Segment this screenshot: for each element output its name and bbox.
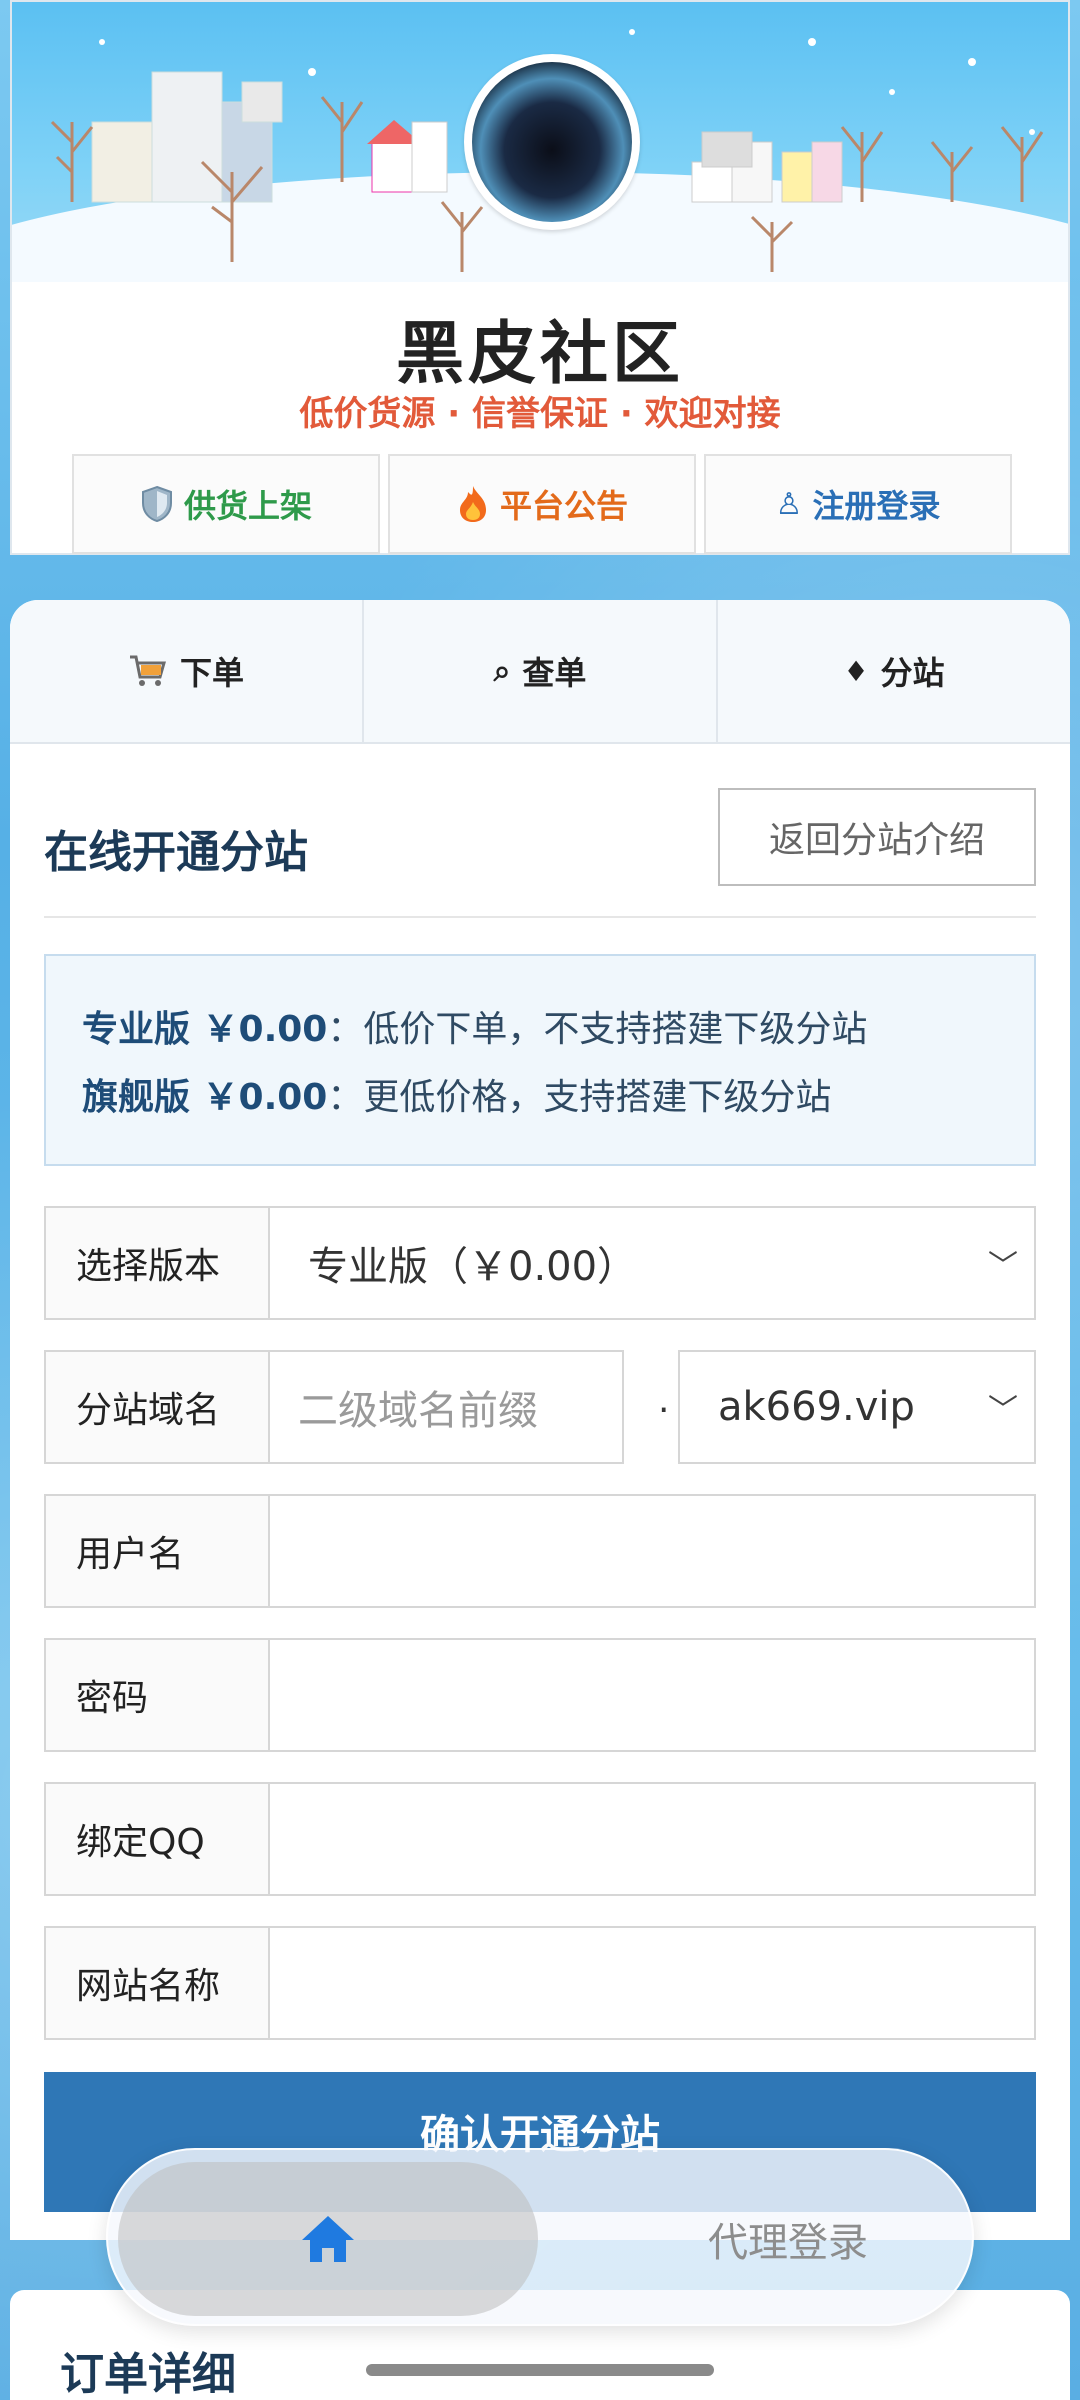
version-label: 选择版本 (44, 1206, 270, 1320)
domain-dot: . (658, 1380, 670, 1421)
domain-suffix-value: ak669.vip (718, 1384, 915, 1430)
pricing-info-box: 专业版 ￥0.00：低价下单，不支持搭建下级分站 旗舰版 ￥0.00：更低价格，… (44, 954, 1036, 1166)
back-to-intro-button[interactable]: 返回分站介绍 (718, 788, 1036, 886)
username-input[interactable] (268, 1494, 1036, 1608)
header-card: 黑皮社区 低价货源 · 信誉保证 · 欢迎对接 供货上架 平台公告 ♙ 注册登录 (10, 0, 1070, 555)
home-indicator[interactable] (366, 2364, 714, 2376)
register-login-link[interactable]: ♙ 注册登录 (704, 454, 1012, 554)
avatar[interactable] (464, 54, 640, 230)
user-icon: ♙ (775, 486, 803, 522)
search-icon: ⌕ (493, 653, 511, 689)
pro-version-info: 专业版 ￥0.00：低价下单，不支持搭建下级分站 (82, 996, 998, 1064)
tab-query[interactable]: ⌕ 查单 (364, 600, 718, 742)
fire-icon (459, 486, 486, 522)
domain-row: 分站域名 二级域名前缀 . ak669.vip ﹀ (44, 1350, 1036, 1464)
sitename-input[interactable] (268, 1926, 1036, 2040)
username-row: 用户名 (44, 1494, 1036, 1608)
section-header: 在线开通分站 返回分站介绍 (44, 788, 1036, 918)
flagship-version-info: 旗舰版 ￥0.00：更低价格，支持搭建下级分站 (82, 1064, 998, 1132)
supply-listing-link[interactable]: 供货上架 (72, 454, 380, 554)
tab-query-label: 查单 (522, 654, 587, 692)
tab-substation-label: 分站 (880, 654, 945, 692)
agent-login-button[interactable]: 代理登录 (638, 2150, 938, 2328)
tab-order-label: 下单 (179, 654, 244, 692)
qq-input[interactable] (268, 1782, 1036, 1896)
sitename-label: 网站名称 (44, 1926, 270, 2040)
password-label: 密码 (44, 1638, 270, 1752)
pro-version-name: 专业版 ￥0.00 (82, 1009, 328, 1050)
shield-icon (141, 485, 172, 523)
version-select[interactable]: 专业版（￥0.00） ﹀ (268, 1206, 1036, 1320)
username-label: 用户名 (44, 1494, 270, 1608)
section-title: 在线开通分站 (44, 827, 308, 878)
password-input[interactable] (268, 1638, 1036, 1752)
domain-suffix-select[interactable]: ak669.vip ﹀ (678, 1350, 1036, 1464)
version-value: 专业版（￥0.00） (308, 1244, 638, 1290)
main-card: 下单 ⌕ 查单 ♦ 分站 在线开通分站 返回分站介绍 专业版 ￥0.00：低价下… (10, 600, 1070, 2240)
announcement-link[interactable]: 平台公告 (388, 454, 696, 554)
announcement-label: 平台公告 (499, 487, 628, 525)
chevron-down-icon: ﹀ (988, 1249, 1018, 1284)
flagship-version-desc: ：更低价格，支持搭建下级分站 (327, 1077, 832, 1118)
domain-label: 分站域名 (44, 1350, 270, 1464)
chevron-down-icon: ﹀ (988, 1393, 1018, 1428)
qq-label: 绑定QQ (44, 1782, 270, 1896)
cart-icon (129, 655, 166, 686)
flagship-version-name: 旗舰版 ￥0.00 (82, 1077, 328, 1118)
version-row: 选择版本 专业版（￥0.00） ﹀ (44, 1206, 1036, 1320)
site-tagline: 低价货源 · 信誉保证 · 欢迎对接 (299, 394, 781, 434)
subdomain-input[interactable]: 二级域名前缀 (268, 1350, 624, 1464)
tab-order[interactable]: 下单 (10, 600, 364, 742)
diamond-icon: ♦ (843, 654, 869, 688)
pro-version-desc: ：低价下单，不支持搭建下级分站 (327, 1009, 868, 1050)
home-icon (302, 2216, 354, 2262)
home-button[interactable] (118, 2162, 538, 2316)
floating-nav: 代理登录 (106, 2148, 974, 2326)
order-details-title: 订单详细 (60, 2349, 236, 2400)
sitename-row: 网站名称 (44, 1926, 1036, 2040)
password-row: 密码 (44, 1638, 1036, 1752)
tab-bar: 下单 ⌕ 查单 ♦ 分站 (10, 600, 1070, 744)
tab-substation[interactable]: ♦ 分站 (718, 600, 1070, 742)
register-login-label: 注册登录 (812, 487, 941, 525)
supply-listing-label: 供货上架 (183, 487, 312, 525)
top-links: 供货上架 平台公告 ♙ 注册登录 (72, 454, 1012, 554)
qq-row: 绑定QQ (44, 1782, 1036, 1896)
avatar-image (472, 62, 632, 222)
site-title: 黑皮社区 (395, 315, 684, 394)
